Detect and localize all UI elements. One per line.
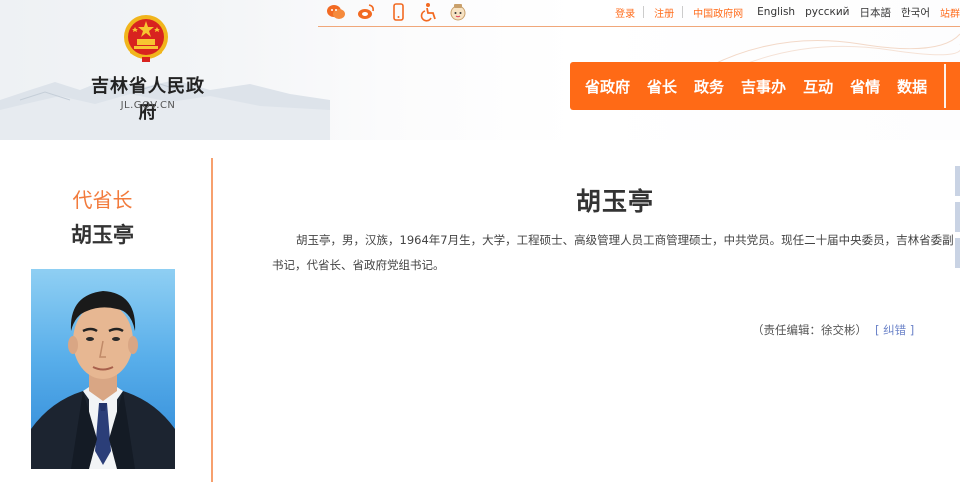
portrait-photo — [31, 269, 175, 469]
nav-provincial-gov[interactable]: 省政府 — [585, 76, 630, 97]
divider — [643, 6, 645, 18]
top-links: 登录 注册 中国政府网 English русский 日本語 한국어 站群 — [605, 3, 960, 21]
side-tool-button[interactable] — [955, 202, 960, 232]
article-body: 胡玉亭，男，汉族，1964年7月生，大学，工程硕士、高级管理人员工商管理硕士，中… — [272, 233, 954, 272]
site-group-link[interactable]: 站群 — [940, 5, 960, 20]
main-nav: 省政府 省长 政务 吉事办 互动 省情 数据 — [570, 62, 960, 110]
sidebar-divider — [211, 158, 213, 482]
side-tool-button[interactable] — [955, 238, 960, 268]
site-domain: JL.GOV.CN — [120, 100, 176, 111]
nav-government-affairs[interactable]: 政务 — [694, 76, 724, 97]
editor-line: （责任编辑：徐交彬） [ 纠错 ] — [752, 322, 914, 340]
responsible-editor: （责任编辑：徐交彬） — [752, 323, 867, 337]
accessibility-icon[interactable] — [419, 2, 439, 22]
nav-jishiban[interactable]: 吉事办 — [741, 76, 786, 97]
login-link[interactable]: 登录 — [615, 5, 635, 20]
site-name[interactable]: 吉林省人民政府 — [82, 72, 214, 124]
nav-more[interactable] — [946, 62, 960, 110]
divider — [682, 6, 684, 18]
top-bar: 登录 注册 中国政府网 English русский 日本語 한국어 站群 — [318, 0, 960, 27]
wechat-icon[interactable] — [326, 2, 346, 22]
national-emblem-icon — [124, 15, 168, 62]
side-tool-button[interactable] — [955, 166, 960, 196]
floating-side-tools — [955, 166, 960, 296]
correction-link[interactable]: [ 纠错 ] — [875, 323, 914, 337]
nav-province-info[interactable]: 省情 — [850, 76, 880, 97]
japanese-link[interactable]: 日本語 — [860, 5, 892, 20]
nav-interaction[interactable]: 互动 — [803, 76, 833, 97]
nav-data[interactable]: 数据 — [897, 76, 927, 97]
sidebar-person-name: 胡玉亭 — [71, 223, 134, 247]
decorative-lines — [709, 33, 960, 66]
russian-link[interactable]: русский — [805, 6, 849, 18]
mascot-icon[interactable] — [448, 2, 468, 22]
weibo-icon[interactable] — [356, 2, 376, 22]
korean-link[interactable]: 한국어 — [901, 5, 930, 20]
mobile-icon[interactable] — [388, 2, 408, 22]
central-gov-link[interactable]: 中国政府网 — [693, 5, 743, 20]
article-title: 胡玉亭 — [575, 187, 654, 216]
nav-governor[interactable]: 省长 — [647, 76, 677, 97]
register-link[interactable]: 注册 — [654, 5, 674, 20]
role-title: 代省长 — [72, 188, 133, 212]
english-link[interactable]: English — [757, 6, 795, 18]
portrait-image — [31, 291, 175, 469]
